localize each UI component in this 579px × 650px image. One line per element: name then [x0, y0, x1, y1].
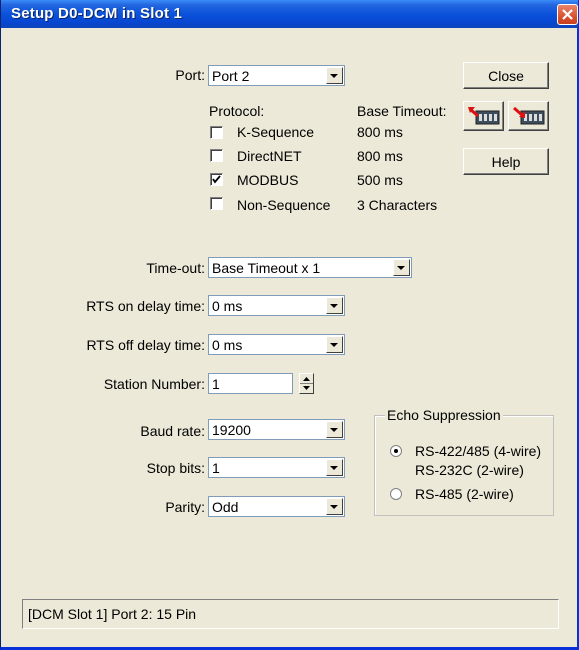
modbus-timeout: 500 ms	[357, 172, 403, 188]
stop-bits-value: 1	[212, 460, 220, 476]
checkmark-icon	[212, 175, 221, 184]
rs-485-label: RS-485 (2-wire)	[415, 486, 514, 502]
parity-label: Parity:	[165, 499, 205, 515]
close-button[interactable]: Close	[463, 62, 549, 89]
rs-485-radio[interactable]	[390, 488, 402, 500]
k-sequence-timeout: 800 ms	[357, 124, 403, 140]
chevron-down-icon[interactable]	[326, 67, 343, 84]
close-icon	[562, 9, 573, 20]
timeout-select[interactable]: Base Timeout x 1	[208, 257, 412, 278]
timeout-value: Base Timeout x 1	[212, 260, 321, 276]
help-button[interactable]: Help	[463, 148, 549, 175]
port-label: Port:	[175, 67, 205, 83]
station-number-value: 1	[212, 376, 220, 392]
baud-rate-value: 19200	[212, 422, 251, 438]
read-from-plc-icon	[467, 107, 499, 125]
rts-on-select[interactable]: 0 ms	[208, 295, 345, 316]
rts-off-select[interactable]: 0 ms	[208, 334, 345, 355]
timeout-label: Time-out:	[146, 260, 205, 276]
window-title: Setup D0-DCM in Slot 1	[11, 5, 183, 22]
port-select[interactable]: Port 2	[208, 65, 345, 86]
write-to-plc-button[interactable]	[508, 101, 549, 131]
rs-232c-label: RS-232C (2-wire)	[415, 462, 524, 478]
stop-bits-select[interactable]: 1	[208, 457, 345, 478]
port-value: Port 2	[212, 68, 250, 84]
rts-off-value: 0 ms	[212, 337, 243, 353]
baud-rate-select[interactable]: 19200	[208, 419, 345, 440]
echo-suppression-title: Echo Suppression	[385, 407, 503, 423]
chevron-down-icon[interactable]	[326, 297, 343, 314]
status-bar: [DCM Slot 1] Port 2: 15 Pin	[22, 599, 559, 629]
read-from-plc-button[interactable]	[463, 101, 504, 131]
station-number-spinner[interactable]	[299, 373, 314, 394]
chevron-down-icon[interactable]	[393, 259, 410, 276]
non-sequence-timeout: 3 Characters	[357, 197, 438, 213]
non-sequence-label: Non-Sequence	[237, 197, 331, 213]
write-to-plc-icon	[512, 106, 544, 125]
rts-on-value: 0 ms	[212, 298, 243, 314]
rts-off-label: RTS off delay time:	[86, 337, 205, 353]
k-sequence-label: K-Sequence	[237, 124, 315, 140]
non-sequence-checkbox[interactable]	[210, 197, 223, 210]
directnet-label: DirectNET	[237, 148, 302, 164]
status-text: [DCM Slot 1] Port 2: 15 Pin	[28, 606, 197, 622]
station-number-input[interactable]: 1	[208, 373, 293, 394]
title-bar[interactable]: Setup D0-DCM in Slot 1	[1, 0, 578, 28]
chevron-down-icon[interactable]	[326, 459, 343, 476]
stop-bits-label: Stop bits:	[146, 460, 205, 476]
base-timeout-header: Base Timeout:	[357, 103, 447, 119]
chevron-down-icon[interactable]	[326, 336, 343, 353]
directnet-timeout: 800 ms	[357, 148, 403, 164]
chevron-down-icon[interactable]	[326, 498, 343, 515]
directnet-checkbox[interactable]	[210, 149, 223, 162]
parity-select[interactable]: Odd	[208, 496, 345, 517]
modbus-label: MODBUS	[237, 172, 299, 188]
baud-rate-label: Baud rate:	[140, 423, 205, 439]
station-number-label: Station Number:	[103, 376, 205, 392]
rs-422-485-radio[interactable]	[390, 445, 402, 457]
dialog-window: Setup D0-DCM in Slot 1 Port: Port 2 Prot…	[0, 0, 579, 650]
chevron-down-icon[interactable]	[326, 421, 343, 438]
spinner-arrows-icon	[300, 377, 313, 390]
protocol-header: Protocol:	[209, 103, 265, 119]
close-window-button[interactable]	[557, 4, 578, 25]
rs-422-485-label: RS-422/485 (4-wire)	[415, 443, 542, 459]
modbus-checkbox[interactable]	[210, 173, 223, 186]
parity-value: Odd	[212, 499, 239, 515]
rts-on-label: RTS on delay time:	[86, 298, 205, 314]
k-sequence-checkbox[interactable]	[210, 126, 223, 139]
